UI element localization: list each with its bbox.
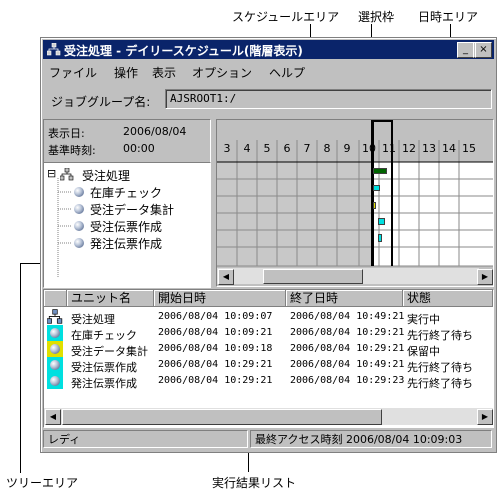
hour-label: 13	[422, 142, 436, 155]
schedule-area: 3 4 5 6 7 8 9 10 11 12 13 14 15 ◀ ▶	[216, 119, 494, 287]
menu-help[interactable]: ヘルプ	[269, 64, 305, 81]
tree-item-purchase-slip-creation[interactable]: 発注伝票作成	[90, 235, 162, 252]
jobnet-icon	[60, 168, 74, 181]
callout-tree-area: ツリーエリア	[6, 476, 79, 490]
base-time-label: 基準時刻:	[48, 144, 96, 157]
column-header-unit-name[interactable]: ユニット名	[67, 290, 154, 307]
scroll-left-arrow-icon[interactable]: ◀	[45, 409, 61, 425]
menu-operation[interactable]: 操作	[114, 64, 138, 81]
job-ball-icon	[74, 238, 84, 248]
jobnet-icon	[46, 309, 63, 325]
menu-view[interactable]: 表示	[152, 64, 176, 81]
result-hscroll-thumb[interactable]	[62, 409, 382, 425]
scroll-right-arrow-icon[interactable]: ▶	[477, 269, 493, 285]
selection-frame-top	[374, 120, 391, 122]
cell-unit-name: 発注伝票作成	[71, 377, 137, 390]
hour-label: 11	[382, 142, 396, 155]
table-row[interactable]: 受注処理 2006/08/04 10:09:07 2006/08/04 10:49:…	[44, 309, 493, 326]
table-row[interactable]: 在庫チェック 2006/08/04 10:09:21 2006/08/04 10:2…	[44, 325, 493, 342]
job-ball-icon	[74, 204, 84, 214]
callout-schedule-area: スケジュールエリア	[232, 10, 340, 24]
jobnet-app-icon	[47, 43, 61, 56]
job-ball-icon	[47, 341, 63, 357]
leader-tree-area-v	[20, 263, 21, 473]
callout-result-list: 実行結果リスト	[212, 476, 297, 490]
cell-start-time: 2006/08/04 10:09:18	[158, 343, 273, 354]
cell-end-time: 2006/08/04 10:49:21	[290, 311, 405, 322]
selection-frame-left[interactable]	[371, 120, 374, 266]
tree-item-order-data-aggregation[interactable]: 受注データ集計	[90, 201, 174, 218]
cell-end-time: 2006/08/04 10:49:21	[290, 359, 405, 370]
hour-label: 4	[243, 142, 251, 155]
column-header-icon	[44, 290, 67, 307]
hour-label: 14	[442, 142, 456, 155]
hour-label: 5	[263, 142, 271, 155]
cell-end-time: 2006/08/04 10:29:21	[290, 327, 405, 338]
schedule-hscroll-thumb[interactable]	[263, 269, 363, 284]
minimize-button[interactable]: _	[457, 42, 474, 58]
hour-label: 7	[303, 142, 311, 155]
scroll-right-arrow-icon[interactable]: ▶	[477, 409, 493, 425]
status-last-access: 最終アクセス時刻 2006/08/04 10:09:03	[250, 430, 492, 448]
cell-end-time: 2006/08/04 10:29:23	[290, 375, 405, 386]
scroll-left-arrow-icon[interactable]: ◀	[218, 269, 234, 285]
title-bar[interactable]: 受注処理 - デイリースケジュール(階層表示) _ □	[43, 40, 494, 59]
bar-stock-check[interactable]	[373, 185, 380, 191]
menu-bar: ファイル 操作 表示 オプション ヘルプ	[43, 61, 494, 81]
bar-order-process[interactable]	[373, 168, 387, 174]
tree-root-label[interactable]: 受注処理	[82, 167, 130, 184]
cell-start-time: 2006/08/04 10:09:07	[158, 311, 273, 322]
callout-selection-frame: 選択枠	[358, 10, 395, 24]
info-panel: 表示日: 2006/08/04 基準時刻: 00:00	[43, 119, 211, 163]
hour-label: 10	[362, 142, 376, 155]
tree-item-stock-check[interactable]: 在庫チェック	[90, 184, 162, 201]
window-title: 受注処理 - デイリースケジュール(階層表示)	[64, 44, 303, 58]
status-bar: レディ 最終アクセス時刻 2006/08/04 10:09:03	[43, 430, 492, 450]
bar-order-slip-creation[interactable]	[378, 218, 385, 225]
job-ball-icon	[47, 325, 63, 341]
bar-order-data-aggregation[interactable]	[373, 202, 376, 209]
hour-label: 6	[283, 142, 291, 155]
job-ball-icon	[47, 373, 63, 389]
selection-frame-right[interactable]	[391, 120, 393, 266]
result-list: ユニット名 開始日時 終了日時 状態 受注処理 2006/08/04 10:09:…	[43, 289, 494, 428]
menu-options[interactable]: オプション	[192, 64, 252, 81]
callout-datetime-area: 日時エリア	[418, 10, 479, 24]
cell-end-time: 2006/08/04 10:29:21	[290, 343, 405, 354]
menu-file[interactable]: ファイル	[49, 64, 97, 81]
cell-start-time: 2006/08/04 10:29:21	[158, 375, 273, 386]
job-ball-icon	[47, 357, 63, 373]
job-ball-icon	[74, 187, 84, 197]
status-ready: レディ	[43, 430, 248, 448]
application-window: 受注処理 - デイリースケジュール(階層表示) _ □ × ファイル 操作 表示…	[40, 37, 497, 453]
hour-label: 3	[223, 142, 231, 155]
cell-start-time: 2006/08/04 10:09:21	[158, 327, 273, 338]
column-header-status[interactable]: 状態	[403, 290, 493, 307]
hour-label: 12	[402, 142, 416, 155]
cell-start-time: 2006/08/04 10:29:21	[158, 359, 273, 370]
table-row[interactable]: 発注伝票作成 2006/08/04 10:29:21 2006/08/04 10:2…	[44, 373, 493, 390]
jobgroup-field[interactable]: AJSROOT1:/	[165, 89, 492, 109]
hour-label: 9	[343, 142, 351, 155]
tree-item-order-slip-creation[interactable]: 受注伝票作成	[90, 218, 162, 235]
display-date-value: 2006/08/04	[123, 125, 187, 138]
jobgroup-value: AJSROOT1:/	[170, 92, 237, 105]
hour-label: 15	[462, 142, 476, 155]
base-time-value: 00:00	[123, 142, 155, 155]
column-header-start-time[interactable]: 開始日時	[154, 290, 286, 307]
table-row[interactable]: 受注データ集計 2006/08/04 10:09:18 2006/08/04 10:…	[44, 341, 493, 358]
tree-area: ⊟ 受注処理 在庫チェック 受注データ集計 受注伝票作成 発注伝票作成	[43, 162, 211, 288]
column-header-end-time[interactable]: 終了日時	[286, 290, 403, 307]
job-ball-icon	[74, 221, 84, 231]
tree-collapse-toggle[interactable]: ⊟	[47, 167, 56, 180]
table-row[interactable]: 受注伝票作成 2006/08/04 10:29:21 2006/08/04 10:4…	[44, 357, 493, 374]
hour-label: 8	[323, 142, 331, 155]
bar-purchase-slip-creation[interactable]	[378, 234, 382, 242]
close-button[interactable]: ×	[475, 42, 492, 58]
display-date-label: 表示日:	[48, 127, 85, 140]
jobgroup-label: ジョブグループ名:	[51, 95, 151, 109]
cell-status: 先行終了待ち	[407, 377, 473, 390]
